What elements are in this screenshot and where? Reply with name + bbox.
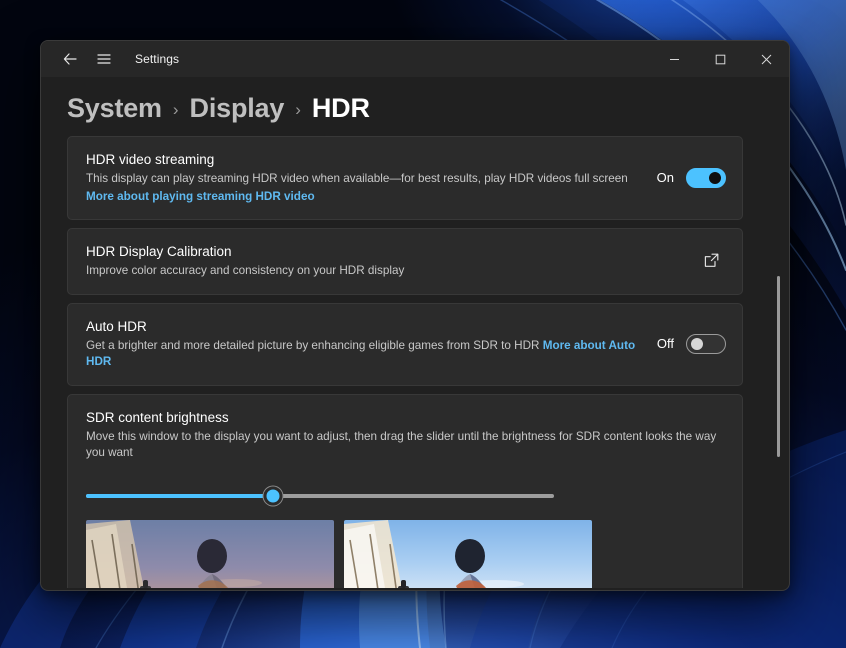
card-title: Auto HDR <box>86 317 642 336</box>
card-title: SDR content brightness <box>86 408 726 427</box>
back-button[interactable] <box>53 44 87 74</box>
toggle-knob <box>691 338 703 350</box>
breadcrumb-separator: › <box>173 100 179 120</box>
hamburger-menu-icon <box>96 51 112 67</box>
app-title: Settings <box>135 52 179 66</box>
open-calibration-app-button[interactable] <box>696 246 726 276</box>
breadcrumb-item-hdr: HDR <box>312 93 370 124</box>
hamburger-menu-button[interactable] <box>87 44 121 74</box>
card-description: Improve color accuracy and consistency o… <box>86 263 684 280</box>
card-text-block: Auto HDR Get a brighter and more detaile… <box>86 317 642 371</box>
card-description: Get a brighter and more detailed picture… <box>86 338 642 371</box>
card-title: HDR Display Calibration <box>86 242 684 261</box>
maximize-button[interactable] <box>697 41 743 77</box>
hdr-preview-thumbnail <box>344 520 592 589</box>
sdr-brightness-slider[interactable] <box>86 486 554 506</box>
breadcrumb-separator: › <box>295 100 301 120</box>
card-auto-hdr: Auto HDR Get a brighter and more detaile… <box>67 303 743 386</box>
card-description: Move this window to the display you want… <box>86 429 726 462</box>
card-sdr-content-brightness: SDR content brightness Move this window … <box>67 394 743 589</box>
slider-fill <box>86 494 273 498</box>
window-titlebar: Settings <box>41 41 789 77</box>
card-description-text: Get a brighter and more detailed picture… <box>86 339 543 352</box>
auto-hdr-toggle[interactable] <box>686 334 726 354</box>
card-title: HDR video streaming <box>86 150 642 169</box>
card-hdr-display-calibration[interactable]: HDR Display Calibration Improve color ac… <box>67 228 743 295</box>
settings-window: Settings <box>40 40 790 591</box>
auto-hdr-toggle-group: Off <box>654 334 726 354</box>
close-button[interactable] <box>743 41 789 77</box>
card-text-block: HDR video streaming This display can pla… <box>86 150 642 205</box>
breadcrumb-item-display[interactable]: Display <box>190 93 285 124</box>
sdr-brightness-slider-row <box>86 486 726 506</box>
brightness-preview-row <box>86 520 726 589</box>
back-arrow-icon <box>62 51 78 67</box>
sdr-preview-thumbnail <box>86 520 334 589</box>
slider-thumb[interactable] <box>264 486 283 505</box>
toggle-state-label: Off <box>654 336 674 351</box>
hdr-video-streaming-toggle-group: On <box>654 168 726 188</box>
open-external-link-icon <box>703 252 720 269</box>
toggle-state-label: On <box>654 170 674 185</box>
settings-content-area: HDR video streaming This display can pla… <box>41 136 789 588</box>
toggle-knob <box>709 172 721 184</box>
content-scrollbar[interactable] <box>772 136 784 588</box>
breadcrumb: System › Display › HDR <box>41 77 789 136</box>
breadcrumb-item-system[interactable]: System <box>67 93 162 124</box>
minimize-icon <box>669 54 680 65</box>
maximize-icon <box>715 54 726 65</box>
close-icon <box>761 54 772 65</box>
card-description: This display can play streaming HDR vide… <box>86 171 642 188</box>
minimize-button[interactable] <box>651 41 697 77</box>
card-hdr-video-streaming: HDR video streaming This display can pla… <box>67 136 743 220</box>
card-text-block: HDR Display Calibration Improve color ac… <box>86 242 684 280</box>
sdr-preview-image <box>86 520 334 589</box>
desktop-background: Settings <box>0 0 846 648</box>
scrollbar-thumb[interactable] <box>777 276 780 457</box>
window-controls <box>651 41 789 77</box>
link-more-about-streaming-hdr-video[interactable]: More about playing streaming HDR video <box>86 189 315 206</box>
hdr-preview-image <box>344 520 592 589</box>
hdr-video-streaming-toggle[interactable] <box>686 168 726 188</box>
